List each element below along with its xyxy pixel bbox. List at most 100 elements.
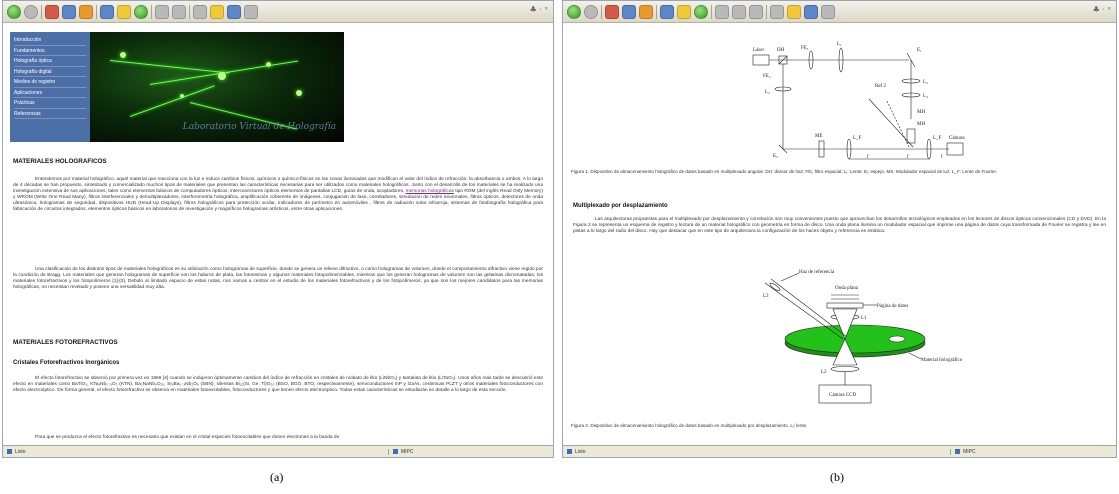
print-icon[interactable]	[732, 4, 746, 19]
browser-toolbar	[3, 1, 553, 23]
search-icon[interactable]	[100, 4, 114, 19]
banner-caption: Laboratorio Virtual de Holografía	[182, 122, 336, 132]
research-icon[interactable]	[244, 4, 258, 19]
status-zone-text: MIPC	[401, 449, 414, 455]
discuss-icon[interactable]	[749, 4, 763, 19]
figure-2-disc-setup: Haz de referencia Onda plana Página de d…	[755, 265, 965, 415]
print-icon[interactable]	[172, 4, 186, 19]
forward-icon[interactable]	[24, 4, 38, 19]
messenger-icon[interactable]	[227, 4, 241, 19]
browser-toolbar	[563, 1, 1116, 23]
status-text: Listo	[15, 449, 26, 455]
fig1-label-l3: L₃	[923, 80, 928, 85]
edit-icon[interactable]	[193, 4, 207, 19]
forward-icon[interactable]	[584, 4, 598, 19]
refresh-icon[interactable]	[622, 4, 636, 19]
home-icon[interactable]	[639, 4, 653, 19]
site-nav-menu: Introducción Fundamentos Holografía ópti…	[10, 32, 90, 142]
mail-icon[interactable]	[715, 4, 729, 19]
favorites-icon[interactable]	[117, 4, 131, 19]
laser-beam	[129, 85, 215, 117]
back-icon[interactable]	[7, 4, 21, 19]
computer-icon	[393, 449, 398, 455]
folder-icon[interactable]	[210, 4, 224, 19]
nav-item-medios-de-registro[interactable]: Medios de registro	[14, 77, 86, 88]
fig1-label-lf1: L_F	[853, 136, 862, 141]
fig1-label-mh: MH	[917, 122, 925, 127]
fig1-label-fe1: FE₁	[801, 46, 809, 51]
nav-item-holografia-optica[interactable]: Holografía óptica	[14, 56, 86, 67]
nav-item-holografia-digital[interactable]: Holografía digital	[14, 67, 86, 77]
heading-materiales-fotorefractivos: MATERIALES FOTOREFRACTIVOS	[13, 339, 118, 346]
mail-icon[interactable]	[155, 4, 169, 19]
nav-item-fundamentos[interactable]: Fundamentos	[14, 46, 86, 56]
reference-beam	[886, 100, 910, 148]
material-pointer	[908, 352, 922, 360]
figure-2-caption: Figura 2. Dispositivo de almacenamiento …	[571, 423, 808, 428]
figure-1-optical-setup: Láser DH FE₁ L₁ E₁ FE₂ L₂ Ref 2 L₃ L₄ E₂…	[749, 29, 969, 161]
status-zone-text: MIPC	[963, 449, 976, 455]
back-icon[interactable]	[567, 4, 581, 19]
fig1-label-l4: L₄	[923, 94, 928, 99]
search-icon[interactable]	[660, 4, 674, 19]
fig2-label-l1: L1	[861, 316, 867, 321]
nav-item-introduccion[interactable]: Introducción	[14, 35, 86, 46]
stop-icon[interactable]	[605, 4, 619, 19]
toolbar-separator	[766, 4, 767, 19]
fig1-label-mh2: MH	[917, 110, 925, 115]
lens-l2	[830, 366, 860, 372]
status-bar: Listo MIPC	[563, 445, 1116, 457]
paragraph: Entendemos por material holográfico, aqu…	[13, 177, 543, 213]
status-text: Listo	[575, 449, 586, 455]
paragraph: El efecto fotorefractivo se observó por …	[13, 376, 543, 394]
memorias-holograficas-link[interactable]: memorias holográficas	[406, 189, 454, 194]
panel-label-b: (b)	[830, 470, 844, 484]
fig1-label-ref2: Ref 2	[875, 84, 886, 89]
fig1-label-e2: E₂	[773, 154, 778, 159]
fig2-label-plane-wave: Onda plana	[835, 286, 859, 291]
camera-box	[946, 142, 964, 156]
nav-item-referencias[interactable]: Referencias	[14, 109, 86, 119]
laser-spot	[180, 94, 184, 98]
edit-icon[interactable]	[770, 4, 784, 19]
status-left: Listo	[7, 449, 26, 455]
fig2-label-l3: L3	[763, 294, 769, 299]
messenger-icon[interactable]	[804, 4, 818, 19]
stop-icon[interactable]	[45, 4, 59, 19]
ref-beam-pointer	[780, 272, 800, 282]
home-icon[interactable]	[79, 4, 93, 19]
page-icon	[7, 449, 12, 455]
history-icon[interactable]	[694, 4, 708, 19]
computer-icon	[955, 449, 961, 455]
browser-window-a: ♣ · ˣ Introducción Fundamentos Holografí…	[2, 0, 554, 458]
fig1-label-f: f	[941, 155, 943, 160]
section-heading: MATERIALES HOLOGRAFICOS	[13, 158, 543, 165]
toolbar-separator	[96, 4, 97, 19]
figure-1-caption: Figura 1. Dispositivo de almacenamiento …	[571, 169, 998, 174]
fig1-label-laser: Láser	[753, 48, 764, 53]
fig1-label-lf2: L_F	[933, 136, 942, 141]
fig1-label-me: ME	[815, 134, 823, 139]
paragraph-text: Entendemos por material holográfico, aqu…	[13, 177, 543, 213]
nav-item-practicas[interactable]: Prácticas	[14, 98, 86, 109]
favorites-icon[interactable]	[677, 4, 691, 19]
fig2-label-ref-beam: Haz de referencia	[799, 270, 835, 275]
folder-icon[interactable]	[787, 4, 801, 19]
laser-beam	[109, 60, 230, 74]
site-banner: Introducción Fundamentos Holografía ópti…	[10, 32, 344, 142]
fig1-label-camara: Cámara	[949, 136, 965, 141]
research-icon[interactable]	[821, 4, 835, 19]
paragraph: Para que se produzca el efecto fotorefra…	[13, 435, 543, 441]
laboratory-photo: Laboratorio Virtual de Holografía	[90, 32, 344, 142]
toolbar-separator	[656, 4, 657, 19]
refresh-icon[interactable]	[62, 4, 76, 19]
fig2-label-data-page: Página de datos	[877, 304, 908, 309]
toolbar-separator	[151, 4, 152, 19]
section-heading: MATERIALES FOTOREFRACTIVOS	[13, 339, 543, 346]
fig2-label-l2: L2	[821, 370, 827, 375]
nav-item-aplicaciones[interactable]: Aplicaciones	[14, 88, 86, 98]
laser-source	[752, 54, 770, 66]
history-icon[interactable]	[134, 4, 148, 19]
toolbar-separator	[711, 4, 712, 19]
fig1-label-e1: E₁	[917, 48, 922, 53]
